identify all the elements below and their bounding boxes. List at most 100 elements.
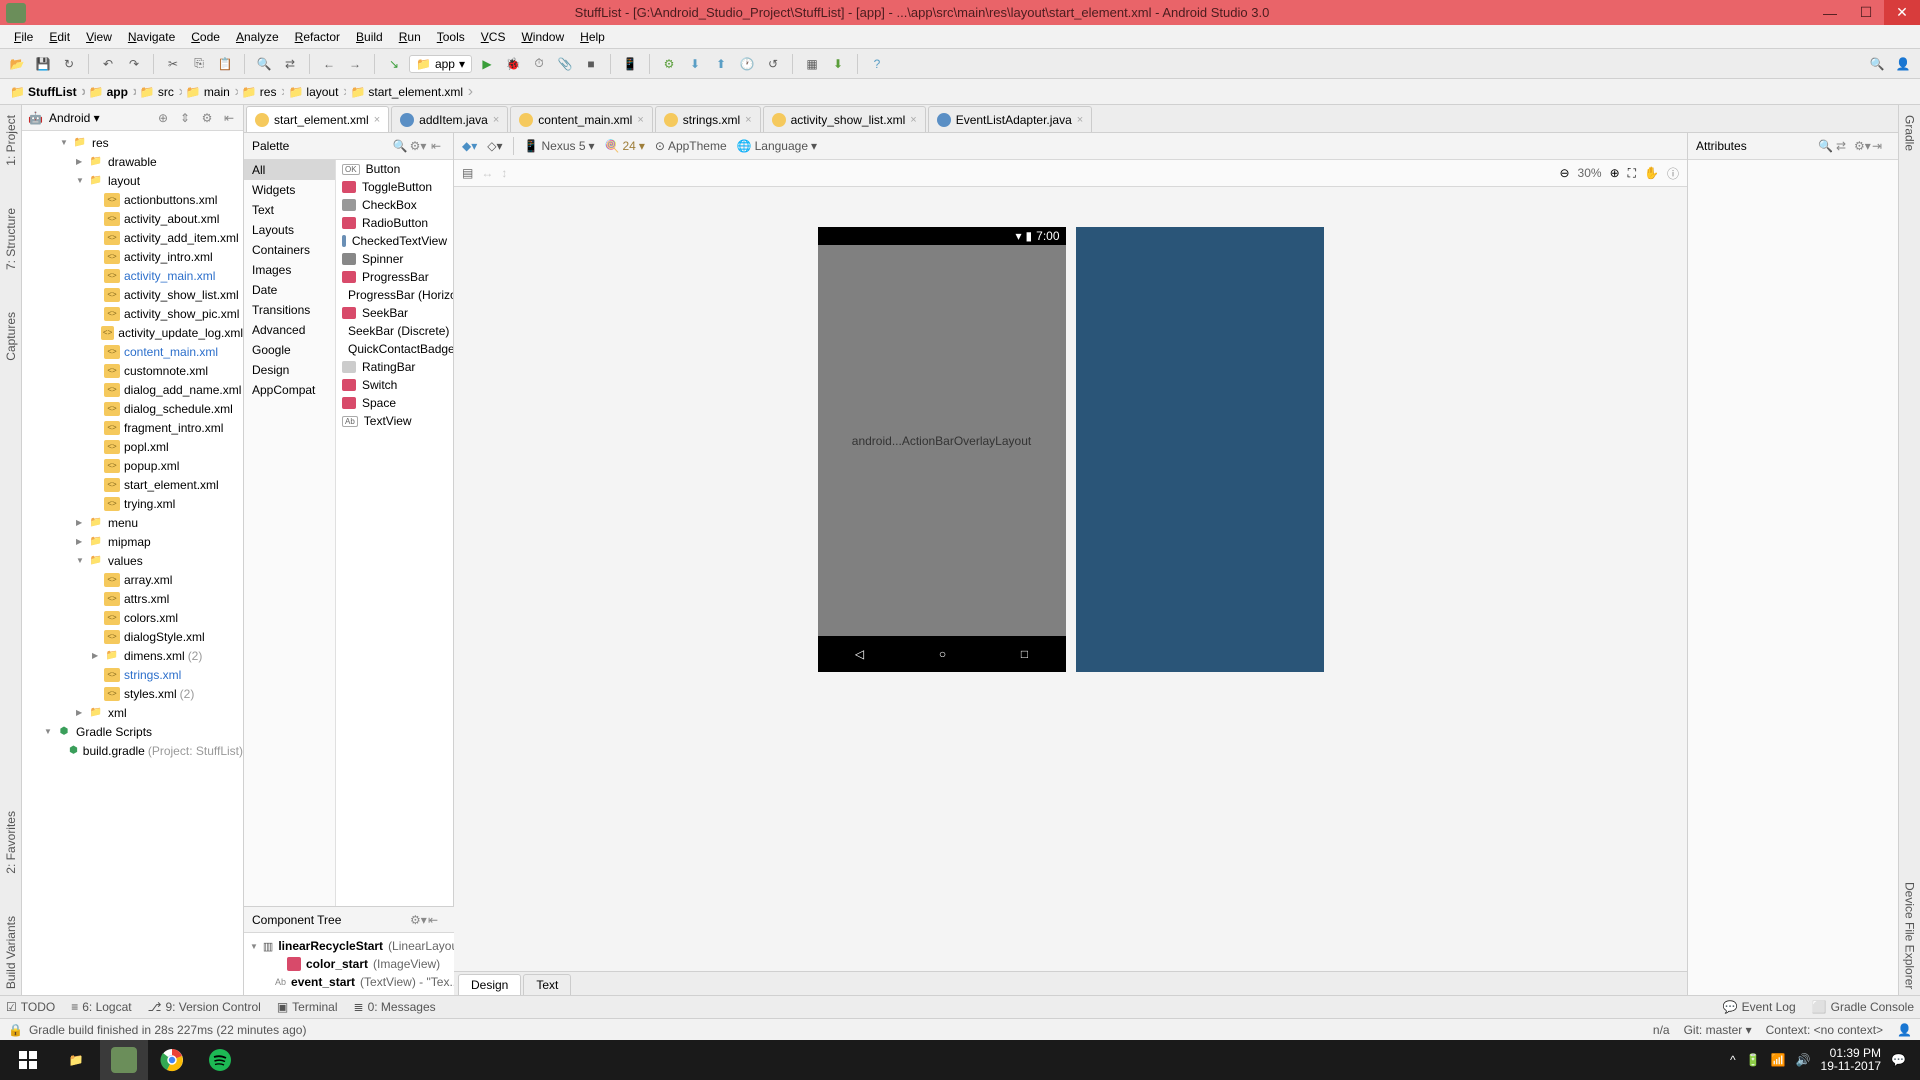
tree-item[interactable]: 📁res bbox=[22, 133, 243, 152]
save-icon[interactable]: 💾 bbox=[32, 53, 54, 75]
component-tree[interactable]: ▼▥linearRecycleStart (LinearLayout)color… bbox=[244, 933, 454, 995]
breadcrumb-item[interactable]: 📁start_element.xml bbox=[346, 81, 471, 103]
copy-icon[interactable]: ⎘ bbox=[188, 53, 210, 75]
tab-device-file-explorer[interactable]: Device File Explorer bbox=[1901, 876, 1919, 995]
api-selector[interactable]: 🍭 24 ▾ bbox=[605, 139, 645, 153]
language-selector[interactable]: 🌐 Language ▾ bbox=[737, 139, 817, 153]
palette-category[interactable]: Date bbox=[244, 280, 335, 300]
vcs-history-icon[interactable]: 🕐 bbox=[736, 53, 758, 75]
palette-item[interactable]: QuickContactBadge bbox=[336, 340, 453, 358]
close-button[interactable]: ✕ bbox=[1884, 0, 1920, 25]
close-icon[interactable]: × bbox=[1077, 114, 1083, 126]
palette-category[interactable]: Containers bbox=[244, 240, 335, 260]
tree-item[interactable]: <>popup.xml bbox=[22, 456, 243, 475]
zoom-out-icon[interactable]: ⊖ bbox=[1559, 166, 1569, 180]
menu-help[interactable]: Help bbox=[572, 28, 613, 46]
close-icon[interactable]: × bbox=[493, 114, 499, 126]
tree-item[interactable]: <>activity_show_list.xml bbox=[22, 285, 243, 304]
menu-run[interactable]: Run bbox=[391, 28, 429, 46]
stop-icon[interactable]: ■ bbox=[580, 53, 602, 75]
pan-icon[interactable]: ✋ bbox=[1644, 166, 1659, 180]
baseline-icon[interactable]: ↕ bbox=[501, 166, 507, 180]
project-view-selector[interactable]: Android ▾ bbox=[49, 111, 149, 125]
tree-item[interactable]: <>customnote.xml bbox=[22, 361, 243, 380]
menu-file[interactable]: File bbox=[6, 28, 41, 46]
menu-view[interactable]: View bbox=[78, 28, 120, 46]
blueprint-preview[interactable] bbox=[1076, 227, 1324, 672]
back-icon[interactable]: ← bbox=[318, 53, 340, 75]
menu-refactor[interactable]: Refactor bbox=[287, 28, 348, 46]
editor-tab[interactable]: start_element.xml× bbox=[246, 106, 389, 132]
palette-category[interactable]: Design bbox=[244, 360, 335, 380]
palette-item[interactable]: RatingBar bbox=[336, 358, 453, 376]
tab-structure[interactable]: 7: Structure bbox=[2, 202, 20, 276]
tree-item[interactable]: <>activity_show_pic.xml bbox=[22, 304, 243, 323]
tab-project[interactable]: 1: Project bbox=[2, 109, 20, 172]
cut-icon[interactable]: ✂ bbox=[162, 53, 184, 75]
palette-item[interactable]: OKButton bbox=[336, 160, 453, 178]
palette-item[interactable]: RadioButton bbox=[336, 214, 453, 232]
tree-item[interactable]: <>start_element.xml bbox=[22, 475, 243, 494]
chrome-icon[interactable] bbox=[148, 1040, 196, 1080]
palette-items[interactable]: OKButtonToggleButtonCheckBoxRadioButtonC… bbox=[336, 160, 453, 906]
profile-icon[interactable]: ⏱ bbox=[528, 53, 550, 75]
run-config-dropdown[interactable]: 📁 app ▾ bbox=[409, 55, 472, 73]
tray-up-icon[interactable]: ^ bbox=[1730, 1053, 1736, 1067]
palette-item[interactable]: Space bbox=[336, 394, 453, 412]
component-tree-item[interactable]: ▼▥linearRecycleStart (LinearLayout) bbox=[244, 937, 454, 955]
palette-item[interactable]: AbTextView bbox=[336, 412, 453, 430]
menu-vcs[interactable]: VCS bbox=[473, 28, 514, 46]
status-git[interactable]: Git: master ▾ bbox=[1684, 1023, 1752, 1037]
tab-logcat[interactable]: ≡ 6: Logcat bbox=[71, 1000, 131, 1014]
palette-category[interactable]: AppCompat bbox=[244, 380, 335, 400]
attach-icon[interactable]: 📎 bbox=[554, 53, 576, 75]
breadcrumb-item[interactable]: 📁app bbox=[85, 81, 136, 103]
vcs-commit-icon[interactable]: ⬆ bbox=[710, 53, 732, 75]
tree-item[interactable]: <>content_main.xml bbox=[22, 342, 243, 361]
close-icon[interactable]: × bbox=[910, 114, 916, 126]
tree-item[interactable]: <>activity_update_log.xml bbox=[22, 323, 243, 342]
tree-item[interactable]: <>strings.xml bbox=[22, 665, 243, 684]
warnings-icon[interactable]: ⓘ bbox=[1667, 165, 1679, 182]
user-icon[interactable]: 👤 bbox=[1892, 53, 1914, 75]
device-preview[interactable]: ▾ ▮ 7:00 android...ActionBarOverlayLayou… bbox=[818, 227, 1066, 672]
breadcrumb-item[interactable]: 📁main bbox=[182, 81, 238, 103]
component-tree-min-icon[interactable]: ⇤ bbox=[428, 913, 446, 927]
palette-category[interactable]: Layouts bbox=[244, 220, 335, 240]
menu-analyze[interactable]: Analyze bbox=[228, 28, 287, 46]
palette-category[interactable]: Images bbox=[244, 260, 335, 280]
close-icon[interactable]: × bbox=[637, 114, 643, 126]
palette-item[interactable]: ToggleButton bbox=[336, 178, 453, 196]
attributes-search-icon[interactable]: 🔍 bbox=[1818, 139, 1836, 153]
design-canvas[interactable]: ▾ ▮ 7:00 android...ActionBarOverlayLayou… bbox=[454, 187, 1687, 971]
debug-button[interactable]: 🐞 bbox=[502, 53, 524, 75]
replace-icon[interactable]: ⇄ bbox=[279, 53, 301, 75]
redo-icon[interactable]: ↷ bbox=[123, 53, 145, 75]
palette-category[interactable]: Google bbox=[244, 340, 335, 360]
theme-selector[interactable]: ⊙AppTheme bbox=[655, 139, 727, 153]
minimize-button[interactable]: — bbox=[1812, 0, 1848, 25]
menu-edit[interactable]: Edit bbox=[41, 28, 78, 46]
palette-item[interactable]: ProgressBar (Horizontal) bbox=[336, 286, 453, 304]
tree-item[interactable]: <>colors.xml bbox=[22, 608, 243, 627]
zoom-in-icon[interactable]: ⊕ bbox=[1610, 166, 1620, 180]
find-icon[interactable]: 🔍 bbox=[253, 53, 275, 75]
tree-item[interactable]: ⬢Gradle Scripts bbox=[22, 722, 243, 741]
forward-icon[interactable]: → bbox=[344, 53, 366, 75]
device-selector[interactable]: 📱 Nexus 5 ▾ bbox=[524, 139, 595, 153]
palette-category[interactable]: Text bbox=[244, 200, 335, 220]
tray-volume-icon[interactable]: 🔊 bbox=[1796, 1053, 1811, 1067]
make-icon[interactable]: ↘ bbox=[383, 53, 405, 75]
tree-item[interactable]: 📁drawable bbox=[22, 152, 243, 171]
palette-category[interactable]: Widgets bbox=[244, 180, 335, 200]
vcs-update-icon[interactable]: ⬇ bbox=[684, 53, 706, 75]
editor-tab[interactable]: content_main.xml× bbox=[510, 106, 652, 132]
zoom-fit-icon[interactable]: ⛶ bbox=[1628, 166, 1636, 181]
palette-item[interactable]: ProgressBar bbox=[336, 268, 453, 286]
help-icon[interactable]: ? bbox=[866, 53, 888, 75]
breadcrumb-item[interactable]: 📁src bbox=[136, 81, 182, 103]
tab-gradle-console[interactable]: ⬜ Gradle Console bbox=[1812, 1000, 1914, 1014]
palette-item[interactable]: CheckBox bbox=[336, 196, 453, 214]
editor-tab[interactable]: activity_show_list.xml× bbox=[763, 106, 926, 132]
system-tray[interactable]: ^ 🔋 📶 🔊 01:39 PM 19-11-2017 💬 bbox=[1730, 1047, 1916, 1073]
